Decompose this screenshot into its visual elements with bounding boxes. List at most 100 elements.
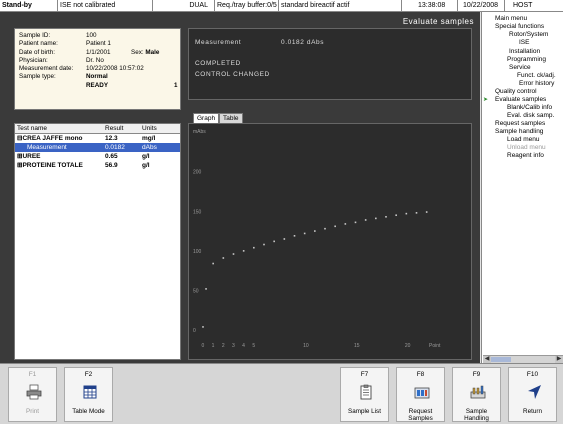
- tray-request: Req./tray buffer:0/5: [215, 0, 279, 11]
- f10-label: Return: [523, 408, 542, 415]
- host-status: HOST: [513, 2, 533, 9]
- clock-time: 13:38:08: [402, 0, 458, 11]
- menu-main-menu[interactable]: Main menu: [495, 15, 527, 23]
- f9-sample-handling-button[interactable]: F9 Sample Handling: [452, 367, 501, 422]
- f7-sample-list-button[interactable]: F7 Sample List: [340, 367, 389, 422]
- table-row-selected[interactable]: Measurement 0.0182 dAbs: [15, 143, 180, 152]
- f10-return-button[interactable]: F10 Return: [508, 367, 557, 422]
- menu-load-menu[interactable]: Load menu: [507, 136, 540, 144]
- menu-quality-control[interactable]: Quality control: [495, 88, 537, 96]
- table-row[interactable]: ⊟CREA JAFFE mono 12.3 mg/l: [15, 134, 180, 143]
- f9-label-line2: Handling: [464, 415, 489, 422]
- patient-name-label: Patient name:: [19, 40, 58, 48]
- data-point: [232, 253, 235, 255]
- data-point: [205, 288, 207, 290]
- table-row[interactable]: ⊞UREE 0.65 g/l: [15, 152, 180, 161]
- measurement-flag: CONTROL CHANGED: [195, 71, 270, 78]
- y-tick-label: 50: [193, 288, 199, 294]
- menu-eval-disk-samp[interactable]: Eval. disk samp.: [507, 112, 554, 120]
- sample-id: 100: [86, 32, 97, 39]
- scroll-left-icon[interactable]: ◀: [483, 356, 491, 363]
- tab-table[interactable]: Table: [219, 113, 243, 123]
- col-result[interactable]: Result: [105, 124, 123, 134]
- results-table-header: Test name Result Units: [15, 124, 180, 134]
- data-point: [303, 232, 306, 235]
- menu-error-history[interactable]: Error history: [519, 80, 554, 88]
- menu-evaluate-samples[interactable]: Evaluate samples: [495, 96, 546, 104]
- col-units[interactable]: Units: [142, 124, 157, 134]
- test-name: Measurement: [27, 144, 67, 151]
- sex: Male: [145, 48, 160, 56]
- f1-label: Print: [26, 408, 39, 415]
- side-menu: Main menu Special functions Rotor/System…: [481, 12, 563, 363]
- menu-installation[interactable]: Installation: [509, 48, 540, 56]
- reaction-chart: mAbs Point 0 50 100 150 200 0 1 2 3 4 5 10 15 20: [193, 129, 441, 349]
- active-arrow-icon: ➤: [483, 97, 489, 103]
- dob-label: Date of birth:: [19, 48, 56, 56]
- table-icon: [83, 385, 97, 399]
- f2-table-mode-button[interactable]: F2 Table Mode: [64, 367, 113, 422]
- sample-type: Normal: [86, 73, 108, 81]
- y-tick-label: 0: [193, 328, 196, 334]
- data-point: [202, 326, 204, 328]
- data-point: [324, 227, 326, 230]
- menu-sample-handling[interactable]: Sample handling: [495, 128, 543, 136]
- test-name: ⊞PROTEINE TOTALE: [17, 162, 83, 169]
- test-units: mg/l: [142, 135, 156, 142]
- menu-scrollbar[interactable]: ◀ ▶: [483, 355, 563, 363]
- f2-key-label: F2: [84, 371, 93, 378]
- menu-special-functions[interactable]: Special functions: [495, 23, 544, 31]
- sample-count: 1: [174, 81, 178, 89]
- menu-rotor-system[interactable]: Rotor/System: [509, 31, 548, 39]
- menu-unload-menu: Unload menu: [507, 144, 546, 151]
- test-name: ⊟CREA JAFFE mono: [17, 135, 83, 142]
- menu-blank-calib-info[interactable]: Blank/Calib info: [507, 104, 552, 112]
- measurement-value: 0.0182 dAbs: [281, 39, 325, 46]
- measurement-status: COMPLETED: [195, 60, 241, 67]
- x-axis-label: Point: [429, 343, 441, 349]
- menu-funct-ck-adj[interactable]: Funct. ck/adj.: [517, 72, 556, 80]
- data-point: [222, 257, 225, 259]
- data-point: [283, 238, 286, 240]
- mode-indicator: DUAL: [153, 0, 215, 11]
- menu-service[interactable]: Service: [509, 64, 531, 72]
- x-tick-label: 15: [354, 343, 360, 349]
- tab-graph[interactable]: Graph: [193, 113, 220, 123]
- test-result: 12.3: [105, 135, 118, 142]
- data-point: [242, 250, 245, 252]
- sample-id-label: Sample ID:: [19, 32, 51, 39]
- measurement-date: 10/22/2008 10:57:02: [86, 65, 144, 73]
- function-key-bar: F1 Print F2 Table Mode F7 Sample List F8…: [0, 363, 563, 424]
- results-table[interactable]: Test name Result Units ⊟CREA JAFFE mono …: [14, 123, 181, 360]
- f1-print-button[interactable]: F1 Print: [8, 367, 57, 422]
- menu-ise[interactable]: ISE: [519, 39, 529, 47]
- col-test-name[interactable]: Test name: [17, 124, 47, 134]
- y-tick-label: 200: [193, 170, 202, 176]
- scrollbar-thumb[interactable]: [491, 357, 511, 362]
- menu-programming[interactable]: Programming: [507, 56, 546, 64]
- x-tick-label: 3: [232, 343, 235, 349]
- test-result: 56.9: [105, 162, 118, 169]
- data-point: [425, 211, 428, 213]
- sample-handling-icon: [470, 385, 486, 399]
- data-point: [354, 221, 357, 224]
- status-bar: Stand-by ISE not calibrated DUAL Req./tr…: [0, 0, 563, 12]
- data-point: [212, 262, 214, 265]
- test-result: 0.65: [105, 153, 118, 160]
- menu-reagent-info[interactable]: Reagent info: [507, 152, 544, 160]
- x-tick-label: 20: [405, 343, 411, 349]
- table-row[interactable]: ⊞PROTEINE TOTALE 56.9 g/l: [15, 161, 180, 170]
- data-point: [253, 246, 255, 249]
- data-point: [344, 223, 347, 225]
- y-axis-label: mAbs: [193, 129, 206, 135]
- x-tick-label: 4: [242, 343, 245, 349]
- sex-label: Sex:: [131, 48, 144, 56]
- data-point: [263, 243, 265, 246]
- menu-request-samples[interactable]: Request samples: [495, 120, 545, 128]
- clipboard-icon: [360, 384, 372, 400]
- test-units: g/l: [142, 162, 150, 169]
- screen-title: Evaluate samples: [402, 17, 474, 26]
- measurement-date-label: Measurement date:: [19, 65, 74, 73]
- scroll-right-icon[interactable]: ▶: [555, 356, 563, 363]
- f8-request-samples-button[interactable]: F8 Request Samples: [396, 367, 445, 422]
